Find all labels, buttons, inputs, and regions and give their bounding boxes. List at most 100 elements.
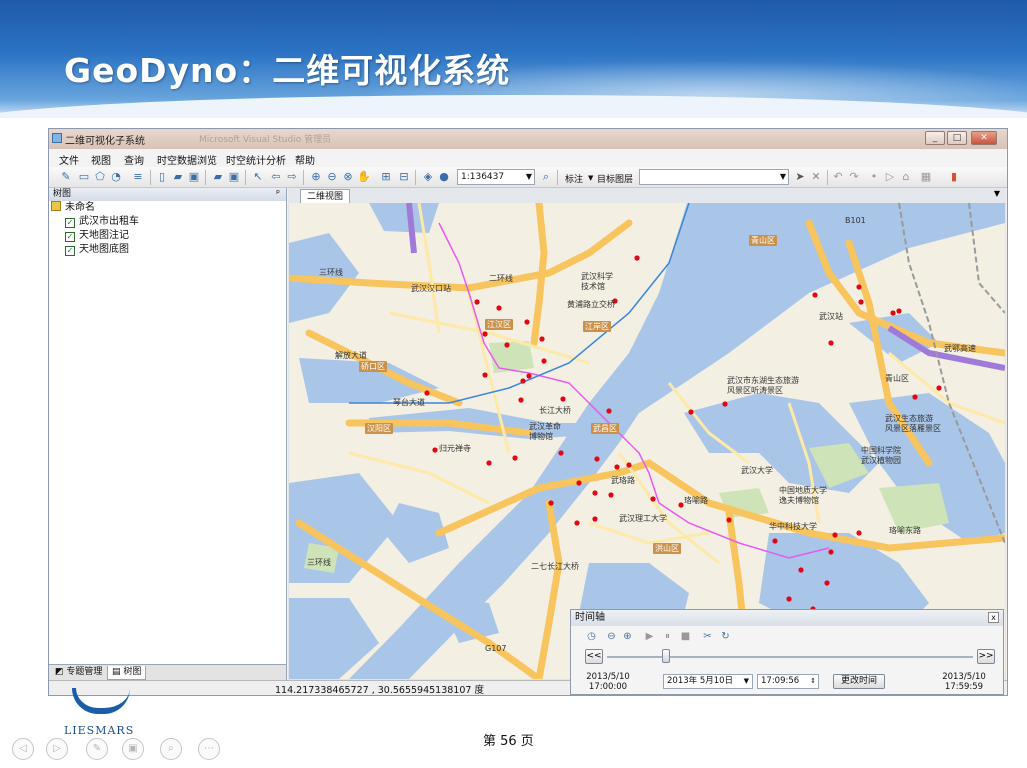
taxi-point[interactable]: [832, 532, 838, 538]
zoom-in-icon[interactable]: ⊕: [621, 630, 634, 643]
pan-hand-icon[interactable]: ✋: [357, 170, 371, 184]
timeline-slider-thumb[interactable]: [661, 649, 670, 663]
taxi-point[interactable]: [608, 492, 614, 498]
pointer-icon[interactable]: ➤: [793, 170, 807, 184]
window-titlebar[interactable]: 二维可视化子系统 Microsoft Visual Studio 管理员 _ □…: [49, 129, 1007, 149]
globe-icon[interactable]: ●: [437, 170, 451, 184]
taxi-point[interactable]: [486, 460, 492, 466]
taxi-point[interactable]: [576, 480, 582, 486]
polygon-icon[interactable]: ⬠: [93, 170, 107, 184]
taxi-point[interactable]: [512, 455, 518, 461]
menu-view[interactable]: 视图: [91, 152, 111, 167]
search-icon[interactable]: ⌕: [539, 170, 553, 184]
taxi-point[interactable]: [539, 336, 545, 342]
undo-icon[interactable]: ↶: [831, 170, 845, 184]
time-field[interactable]: 17:09:56 ⇕: [757, 674, 819, 689]
next-slide-icon[interactable]: ▷: [46, 738, 68, 760]
line-tool-icon[interactable]: ▷: [883, 170, 897, 184]
tree-layer-item[interactable]: ✓ 武汉市出租车: [65, 215, 139, 229]
taxi-point[interactable]: [856, 530, 862, 536]
close-icon[interactable]: x: [988, 612, 999, 623]
taxi-point[interactable]: [482, 331, 488, 337]
comment-icon[interactable]: ▭: [77, 170, 91, 184]
zoom-tool-icon[interactable]: ⊗: [341, 170, 355, 184]
stop-icon[interactable]: ■: [679, 630, 692, 643]
taxi-point[interactable]: [524, 319, 530, 325]
table-icon[interactable]: ▦: [919, 170, 933, 184]
taxi-point[interactable]: [626, 462, 632, 468]
taxi-point[interactable]: [592, 490, 598, 496]
menu-help[interactable]: 帮助: [295, 152, 315, 167]
taxi-point[interactable]: [518, 397, 524, 403]
map-svg[interactable]: 三环线二环线武汉汉口站武汉科学技术馆黄浦路立交桥江汉区 江岸区解放大道硚口区琴台大…: [289, 203, 1005, 679]
save-project-icon[interactable]: ▣: [227, 170, 241, 184]
tree-root[interactable]: 未命名: [51, 201, 95, 215]
taxi-point[interactable]: [828, 340, 834, 346]
checkbox-checked-icon[interactable]: ✓: [65, 232, 75, 242]
chart-icon[interactable]: ▮: [947, 170, 961, 184]
zoom-out-icon[interactable]: ⊖: [605, 630, 618, 643]
target-layer-combobox[interactable]: ▼: [639, 169, 789, 185]
full-extent-icon[interactable]: ⊞: [379, 170, 393, 184]
taxi-point[interactable]: [812, 292, 818, 298]
checkbox-checked-icon[interactable]: ✓: [65, 246, 75, 256]
slides-icon[interactable]: ▣: [122, 738, 144, 760]
taxi-point[interactable]: [786, 596, 792, 602]
menu-file[interactable]: 文件: [59, 152, 79, 167]
taxi-point[interactable]: [606, 408, 612, 414]
zoom-in-icon[interactable]: ⊕: [309, 170, 323, 184]
taxi-point[interactable]: [482, 372, 488, 378]
tab-tree[interactable]: ▤ 树图: [107, 666, 147, 680]
taxi-point[interactable]: [558, 450, 564, 456]
spin-stepper-icon[interactable]: ⇕: [810, 675, 816, 688]
tab-theme-manager[interactable]: ◩ 专题管理: [51, 666, 106, 679]
back-arrow-icon[interactable]: ⇦: [269, 170, 283, 184]
tab-2d-view[interactable]: 二维视图: [300, 189, 351, 204]
point-tool-icon[interactable]: •: [867, 170, 881, 184]
forward-arrow-icon[interactable]: ⇨: [285, 170, 299, 184]
tree-layer-item[interactable]: ✓ 天地图底图: [65, 243, 129, 257]
delete-icon[interactable]: ✕: [809, 170, 823, 184]
taxi-point[interactable]: [936, 385, 942, 391]
pen-icon[interactable]: ✎: [86, 738, 108, 760]
taxi-point[interactable]: [858, 299, 864, 305]
taxi-point[interactable]: [688, 409, 694, 415]
annotation-dropdown[interactable]: 标注: [565, 172, 583, 185]
shape-tool-icon[interactable]: ⌂: [899, 170, 913, 184]
search-tool-icon[interactable]: ◔: [109, 170, 123, 184]
timeline-prev-button[interactable]: <<: [585, 649, 603, 664]
taxi-point[interactable]: [722, 401, 728, 407]
layers-icon[interactable]: ◈: [421, 170, 435, 184]
taxi-point[interactable]: [798, 567, 804, 573]
clock-icon[interactable]: ◷: [585, 630, 598, 643]
taxi-point[interactable]: [504, 342, 510, 348]
pin-icon[interactable]: ᵖ: [276, 188, 280, 201]
taxi-point[interactable]: [896, 308, 902, 314]
taxi-point[interactable]: [650, 496, 656, 502]
sql-icon[interactable]: ≡: [131, 170, 145, 184]
open-folder-icon[interactable]: ▰: [171, 170, 185, 184]
taxi-point[interactable]: [678, 502, 684, 508]
taxi-point[interactable]: [432, 447, 438, 453]
menu-spatiotemporal-analysis[interactable]: 时空统计分析: [226, 152, 286, 167]
taxi-point[interactable]: [726, 517, 732, 523]
taxi-point[interactable]: [824, 580, 830, 586]
maximize-button[interactable]: □: [947, 131, 967, 145]
taxi-point[interactable]: [574, 520, 580, 526]
taxi-point[interactable]: [548, 500, 554, 506]
taxi-point[interactable]: [912, 394, 918, 400]
date-picker[interactable]: 2013年 5月10日 ▼: [663, 674, 753, 689]
zoom-icon[interactable]: ⌕: [160, 738, 182, 760]
taxi-point[interactable]: [541, 358, 547, 364]
taxi-point[interactable]: [424, 390, 430, 396]
taxi-point[interactable]: [614, 464, 620, 470]
timeline-next-button[interactable]: >>: [977, 649, 995, 664]
taxi-point[interactable]: [772, 538, 778, 544]
open-project-icon[interactable]: ▰: [211, 170, 225, 184]
taxi-point[interactable]: [496, 305, 502, 311]
map-canvas[interactable]: 三环线 二环线 武汉汉口站 武汉科学 技术馆 黄浦路立交桥 江汉区 江岸区 解放大道 硚口区 琴台大…: [289, 203, 1005, 679]
tree-layer-item[interactable]: ✓ 天地图注记: [65, 229, 129, 243]
taxi-point[interactable]: [526, 373, 532, 379]
measure-icon[interactable]: ✎: [59, 170, 73, 184]
taxi-point[interactable]: [828, 549, 834, 555]
